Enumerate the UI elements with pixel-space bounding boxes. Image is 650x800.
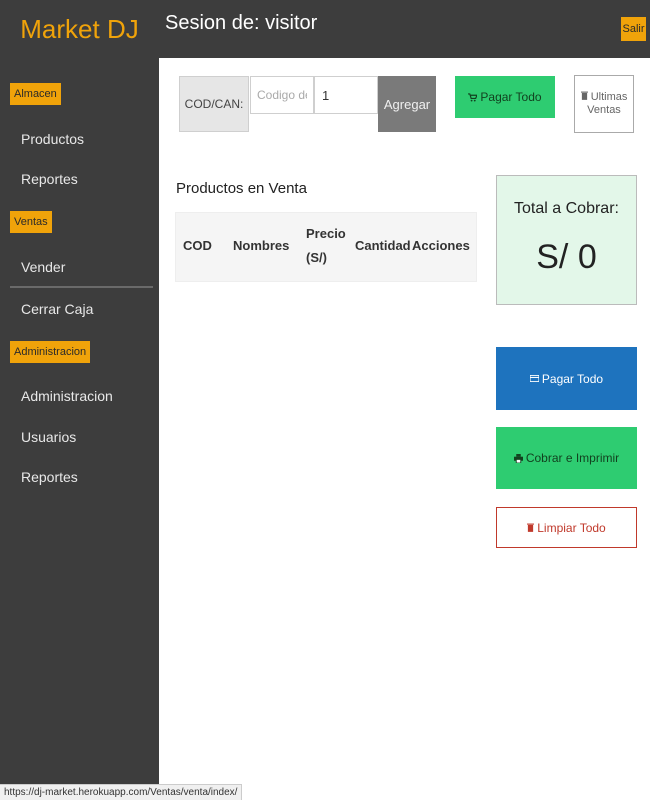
last-sales-text-line2: Ventas bbox=[587, 104, 621, 116]
total-box: Total a Cobrar: S/ 0 bbox=[496, 175, 637, 305]
last-sales-button[interactable]: Ultimas Ventas bbox=[574, 75, 634, 133]
add-button[interactable]: Agregar bbox=[378, 76, 436, 132]
clear-all-button[interactable]: Limpiar Todo bbox=[496, 507, 637, 548]
last-sales-label-line1: Ultimas bbox=[580, 91, 628, 104]
column-header-precio: Precio bbox=[306, 226, 346, 241]
products-table: COD Nombres Precio (S/) Cantidad Accione… bbox=[175, 212, 477, 282]
trash-icon bbox=[580, 91, 588, 100]
column-header-cantidad: Cantidad bbox=[355, 238, 411, 253]
sidebar-item-vender[interactable]: Vender bbox=[21, 259, 65, 275]
brand-logo[interactable]: Market DJ bbox=[0, 0, 159, 58]
products-heading: Productos en Venta bbox=[176, 180, 307, 197]
sidebar-item-productos[interactable]: Productos bbox=[21, 131, 84, 147]
logout-button[interactable]: Salir bbox=[621, 17, 646, 41]
clear-all-label: Limpiar Todo bbox=[537, 520, 606, 535]
total-value: S/ 0 bbox=[536, 238, 597, 276]
column-header-acciones: Acciones bbox=[412, 238, 470, 253]
pay-all-top-button[interactable]: Pagar Todo bbox=[455, 76, 555, 118]
codcan-label: COD/CAN: bbox=[179, 76, 249, 132]
sidebar-item-usuarios[interactable]: Usuarios bbox=[21, 429, 76, 445]
trash-icon bbox=[527, 523, 535, 532]
section-badge-ventas: Ventas bbox=[10, 211, 52, 233]
status-bar-url: https://dj-market.herokuapp.com/Ventas/v… bbox=[0, 784, 243, 800]
sidebar: Market DJ Almacen Productos Reportes Ven… bbox=[0, 0, 159, 800]
pay-all-button[interactable]: Pagar Todo bbox=[496, 347, 637, 410]
cart-icon bbox=[468, 92, 478, 102]
column-header-nombres: Nombres bbox=[233, 238, 290, 253]
charge-print-button[interactable]: Cobrar e Imprimir bbox=[496, 427, 637, 489]
section-badge-administracion: Administracion bbox=[10, 341, 91, 363]
sidebar-divider bbox=[10, 286, 153, 288]
charge-print-label: Cobrar e Imprimir bbox=[525, 451, 620, 465]
section-badge-almacen: Almacen bbox=[10, 83, 61, 105]
session-title: Sesion de: visitor bbox=[165, 12, 318, 34]
top-bar: Sesion de: visitor Salir bbox=[159, 0, 650, 58]
last-sales-text-line1: Ultimas bbox=[590, 91, 628, 103]
money-icon bbox=[529, 375, 539, 382]
sidebar-item-reportes-almacen[interactable]: Reportes bbox=[21, 171, 78, 187]
total-label: Total a Cobrar: bbox=[514, 200, 619, 217]
column-header-precio-unit: (S/) bbox=[306, 250, 327, 265]
sidebar-item-cerrar-caja[interactable]: Cerrar Caja bbox=[21, 301, 93, 317]
sidebar-item-reportes-admin[interactable]: Reportes bbox=[21, 469, 78, 485]
column-header-cod: COD bbox=[183, 238, 212, 253]
pay-all-label: Pagar Todo bbox=[541, 371, 604, 386]
quantity-input[interactable] bbox=[314, 76, 378, 114]
product-code-input[interactable] bbox=[250, 76, 314, 114]
print-icon bbox=[513, 453, 523, 463]
pay-all-top-label: Pagar Todo bbox=[480, 90, 542, 104]
sidebar-item-administracion[interactable]: Administracion bbox=[21, 388, 113, 404]
